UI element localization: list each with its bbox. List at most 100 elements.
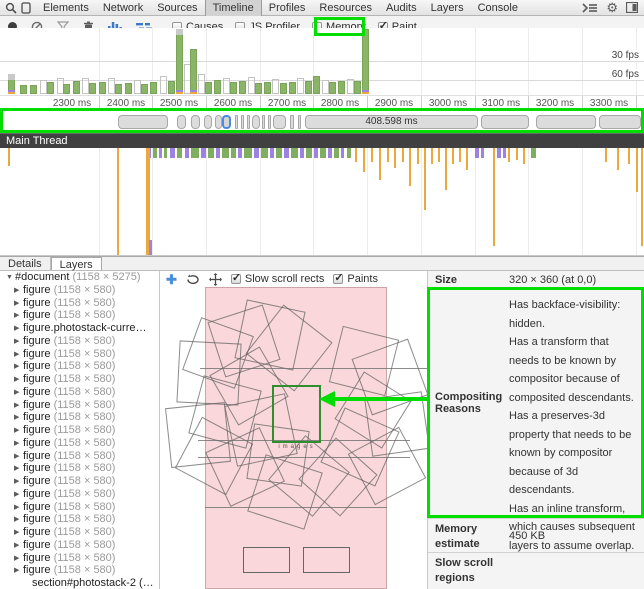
layer-canvas-view[interactable]: images <box>160 287 427 589</box>
fps-label-30: 30 fps <box>609 50 639 61</box>
layer-tree-item[interactable]: ▶figure (1158 × 580) <box>0 513 159 526</box>
console-drawer-icon[interactable] <box>582 3 598 13</box>
frame-pill[interactable] <box>599 115 641 129</box>
layer-divider-line <box>200 368 427 369</box>
details-tab[interactable]: Layers <box>51 257 102 270</box>
layer-tree-item[interactable]: ▶figure (1158 × 580) <box>0 360 159 373</box>
expand-arrow-icon[interactable]: ▶ <box>14 374 23 386</box>
canvas-checkbox[interactable]: Slow scroll rects <box>231 273 324 285</box>
layer-tree-item[interactable]: ▶figure.photostack-curre… <box>0 322 159 335</box>
frame-pill[interactable] <box>262 115 265 129</box>
layer-tree-item[interactable]: ▶figure (1158 × 580) <box>0 539 159 552</box>
frame-pill[interactable] <box>204 115 212 129</box>
time-tick-mark <box>421 96 422 112</box>
frame-pill[interactable] <box>191 115 200 129</box>
expand-arrow-icon[interactable]: ▶ <box>14 565 23 577</box>
panel-tab[interactable]: Timeline <box>205 0 262 16</box>
expand-arrow-icon[interactable]: ▶ <box>14 502 23 514</box>
dock-side-icon[interactable] <box>626 2 638 13</box>
device-mode-icon[interactable] <box>21 2 31 14</box>
frame-pill[interactable] <box>298 115 301 129</box>
layer-tree-item[interactable]: ▶figure (1158 × 580) <box>0 386 159 399</box>
layer-tree-item[interactable]: ▶figure (1158 × 580) <box>0 399 159 412</box>
layer-tree-item[interactable]: ▶figure (1158 × 580) <box>0 373 159 386</box>
event-segment <box>475 148 479 158</box>
panel-tab[interactable]: Profiles <box>262 0 313 16</box>
layer-tree-item[interactable]: ▶figure (1158 × 580) <box>0 297 159 310</box>
layer-tree-item[interactable]: ▶figure (1158 × 580) <box>0 462 159 475</box>
expand-arrow-icon[interactable]: ▶ <box>14 412 23 424</box>
layer-tree-item[interactable]: ▶figure (1158 × 580) <box>0 424 159 437</box>
expand-arrow-icon[interactable]: ▼ <box>6 272 15 284</box>
layer-tree-item[interactable]: ▶figure (1158 × 580) <box>0 475 159 488</box>
frame-pill[interactable] <box>241 115 244 129</box>
canvas-checkbox[interactable]: Paints <box>333 273 378 285</box>
settings-gear-icon[interactable]: ⚙ <box>606 1 618 14</box>
expand-arrow-icon[interactable]: ▶ <box>14 451 23 463</box>
expand-arrow-icon[interactable]: ▶ <box>14 553 23 565</box>
frame-pill[interactable]: 408.598 ms <box>305 115 478 129</box>
expand-arrow-icon[interactable]: ▶ <box>14 349 23 361</box>
expand-arrow-icon[interactable]: ▶ <box>14 298 23 310</box>
layer-tree-item[interactable]: ▶figure (1158 × 580) <box>0 284 159 297</box>
rotate-mode-icon[interactable] <box>186 274 200 285</box>
layer-tree-item[interactable]: ▶figure (1158 × 580) <box>0 411 159 424</box>
expand-arrow-icon[interactable]: ▶ <box>14 310 23 322</box>
frame-pill[interactable] <box>247 115 250 129</box>
frame-pill[interactable] <box>235 115 238 129</box>
layer-tree-item[interactable]: ▶figure (1158 × 580) <box>0 335 159 348</box>
layer-tree-item[interactable]: ▶figure (1158 × 580) <box>0 501 159 514</box>
expand-arrow-icon[interactable]: ▶ <box>14 463 23 475</box>
expand-arrow-icon[interactable]: ▶ <box>14 400 23 412</box>
panel-tab[interactable]: Network <box>96 0 150 16</box>
frame-pill[interactable] <box>268 115 271 129</box>
panel-tab[interactable]: Elements <box>36 0 96 16</box>
frames-strip[interactable]: 408.598 ms <box>0 111 644 133</box>
layer-tree-item[interactable]: ▶figure (1158 × 580) <box>0 526 159 539</box>
frame-pill[interactable] <box>177 115 186 129</box>
frame-pill[interactable] <box>273 115 286 129</box>
expand-arrow-icon[interactable]: ▶ <box>14 489 23 501</box>
event-spike <box>394 148 396 168</box>
frame-pill[interactable] <box>252 115 260 129</box>
frame-pill[interactable] <box>215 115 222 129</box>
expand-arrow-icon[interactable]: ▶ <box>14 336 23 348</box>
expand-arrow-icon[interactable]: ▶ <box>14 527 23 539</box>
expand-arrow-icon[interactable]: ▶ <box>14 514 23 526</box>
panel-tab[interactable]: Sources <box>150 0 204 16</box>
expand-arrow-icon[interactable]: ▶ <box>14 285 23 297</box>
frame-pill[interactable] <box>536 115 596 129</box>
pan-mode-icon[interactable]: ✚ <box>166 273 177 286</box>
button-layer-outline <box>243 547 290 573</box>
expand-arrow-icon[interactable]: ▶ <box>14 476 23 488</box>
panel-tab[interactable]: Console <box>471 0 525 16</box>
frame-pill[interactable] <box>290 115 294 129</box>
frame-pill[interactable] <box>481 115 529 129</box>
layer-tree-item[interactable]: section#photostack-2 (… <box>0 577 159 589</box>
expand-arrow-icon[interactable]: ▶ <box>14 540 23 552</box>
frame-pill[interactable] <box>222 115 231 129</box>
layer-tree-item[interactable]: ▶figure (1158 × 580) <box>0 564 159 577</box>
layer-tree-item[interactable]: ▶figure (1158 × 580) <box>0 437 159 450</box>
panel-tab[interactable]: Audits <box>379 0 424 16</box>
expand-arrow-icon[interactable]: ▶ <box>14 361 23 373</box>
layer-tree-item[interactable]: ▶figure (1158 × 580) <box>0 450 159 463</box>
move-mode-icon[interactable] <box>209 273 222 286</box>
search-icon[interactable] <box>5 2 17 14</box>
panel-tab[interactable]: Layers <box>424 0 471 16</box>
expand-arrow-icon[interactable]: ▶ <box>14 387 23 399</box>
main-thread-flamechart[interactable] <box>0 148 644 256</box>
fps-overview-chart[interactable]: 30 fps 60 fps <box>0 28 644 95</box>
expand-arrow-icon[interactable]: ▶ <box>14 323 23 335</box>
frame-pill[interactable] <box>118 115 168 129</box>
layer-tree-item[interactable]: ▶figure (1158 × 580) <box>0 348 159 361</box>
layer-tree-item[interactable]: ▶figure (1158 × 580) <box>0 552 159 565</box>
details-tab[interactable]: Details <box>0 257 51 270</box>
layer-tree-item[interactable]: ▶figure (1158 × 580) <box>0 309 159 322</box>
selected-layer-highlight[interactable] <box>272 385 321 443</box>
panel-tab[interactable]: Resources <box>312 0 379 16</box>
expand-arrow-icon[interactable]: ▶ <box>14 425 23 437</box>
expand-arrow-icon[interactable]: ▶ <box>14 438 23 450</box>
layer-tree-item[interactable]: ▶figure (1158 × 580) <box>0 488 159 501</box>
layer-tree-item[interactable]: ▼#document (1158 × 5275) <box>0 271 159 284</box>
